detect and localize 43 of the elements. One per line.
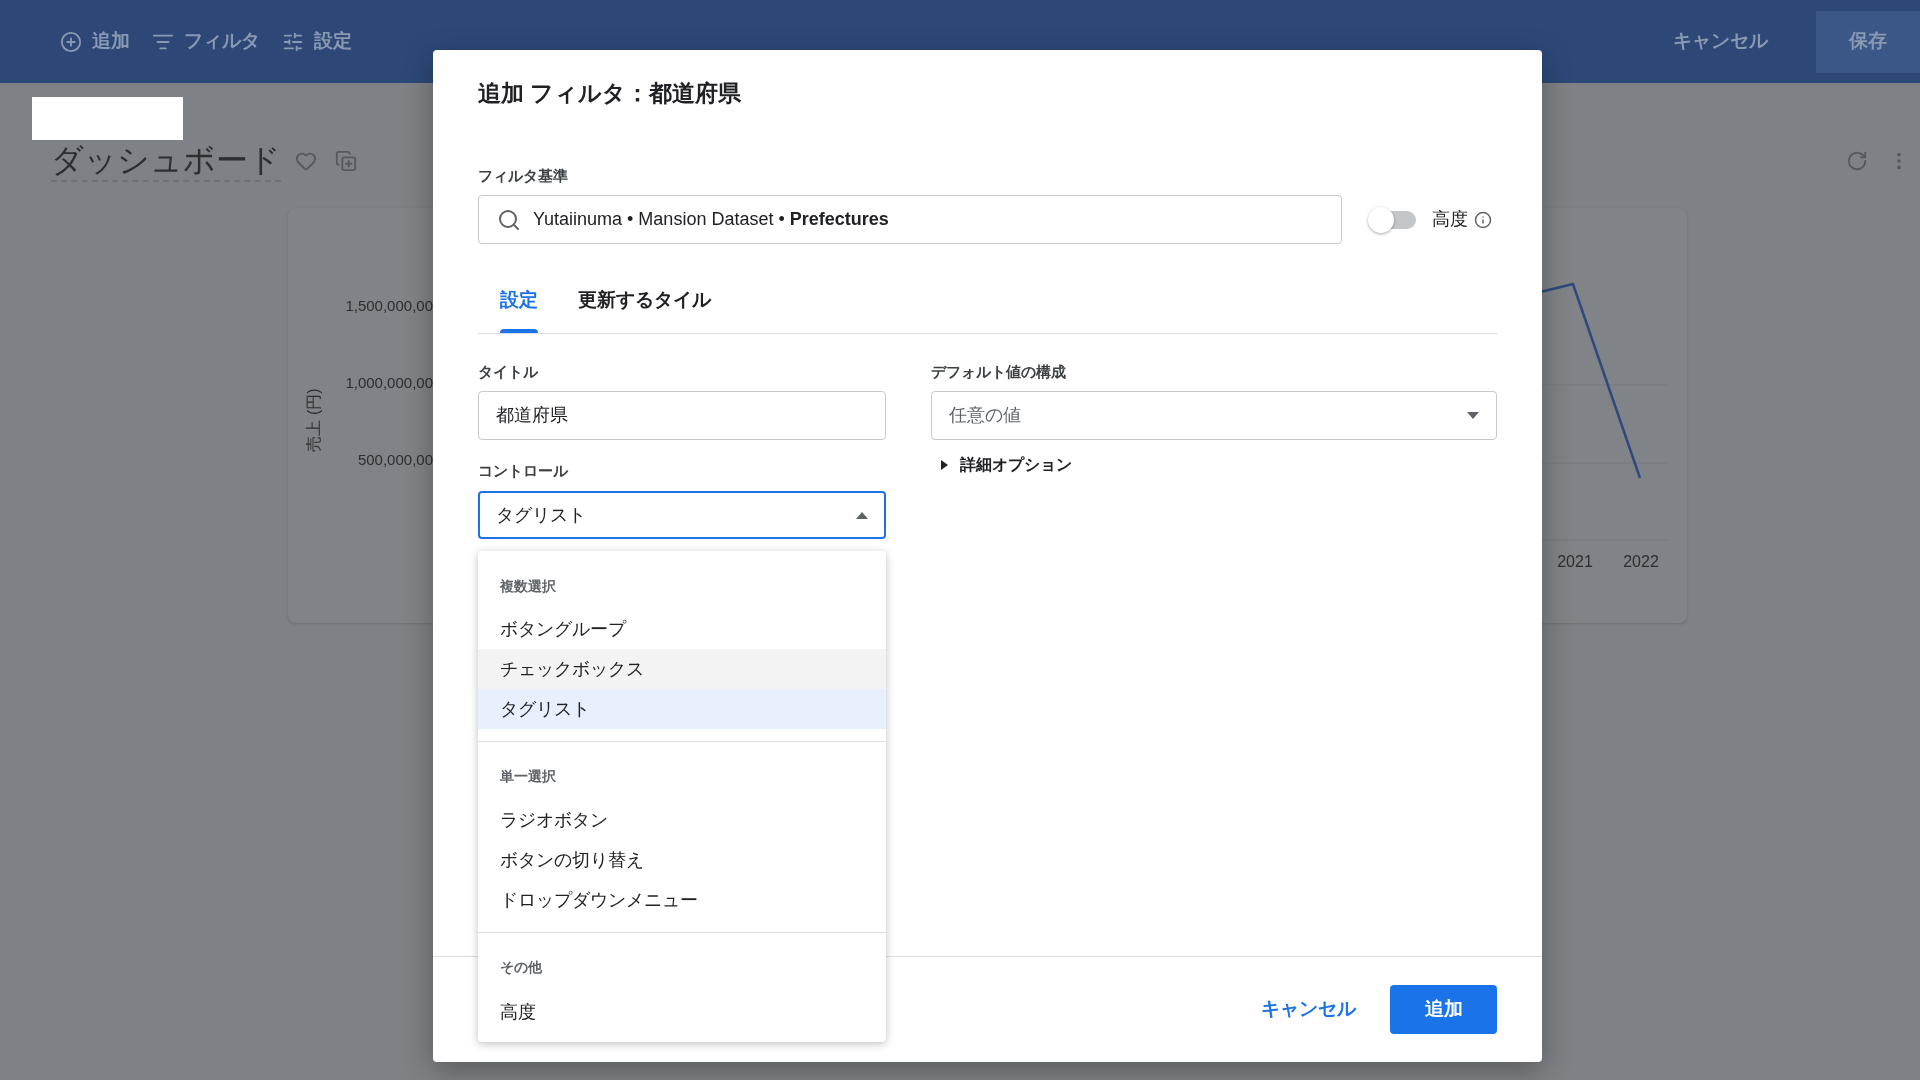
axis-label: 2022 (1623, 553, 1659, 570)
menu-item[interactable]: ドロップダウンメニュー (478, 880, 886, 920)
field-label: タイトル (478, 362, 539, 382)
caret-icon (1467, 412, 1479, 419)
copy-plus-icon[interactable] (335, 150, 357, 172)
axis-title: 売上 (円) (304, 388, 323, 452)
tab[interactable]: 更新するタイル (568, 256, 721, 333)
axis-label: 2021 (1557, 553, 1593, 570)
title-field[interactable]: 都道府県 (478, 391, 886, 440)
menu-item[interactable]: 高度 (478, 992, 886, 1032)
axis-label: 500,000,00 (357, 450, 433, 470)
menu-item[interactable]: チェックボックス (478, 649, 886, 689)
dashboard-title: ダッシュボード (51, 140, 281, 182)
dialog-title: 追加 フィルタ：都道府県 (478, 79, 743, 108)
control-select[interactable]: タグリスト (478, 491, 886, 539)
tab[interactable]: 設定 (490, 256, 548, 333)
heart-icon[interactable] (295, 150, 317, 172)
menu-group-header: 単一選択 (499, 767, 557, 786)
default-value-select[interactable]: 任意の値 (931, 391, 1497, 440)
cancel-button[interactable]: キャンセル (1251, 985, 1366, 1034)
field-label: コントロール (478, 461, 569, 481)
plus-circle-icon (60, 30, 82, 53)
toggle-label: 高度 (1432, 208, 1468, 231)
info-icon[interactable] (1474, 210, 1492, 229)
field-label: フィルタ基準 (478, 166, 569, 186)
axis-label: 1,500,000,00 (345, 296, 433, 316)
search-icon (497, 207, 521, 232)
details-toggle[interactable]: 詳細オプション (931, 455, 1497, 475)
refresh-icon[interactable] (1846, 150, 1868, 172)
menu-item[interactable]: ラジオボタン (478, 800, 886, 840)
caret-icon (856, 511, 868, 519)
menu-item[interactable]: ボタングループ (478, 609, 886, 649)
menu-group-header: 複数選択 (499, 577, 557, 596)
sliders-icon (282, 30, 304, 53)
axis-label: 1,000,000,00 (345, 373, 433, 393)
menu-item[interactable]: ボタンの切り替え (478, 840, 886, 880)
add-button[interactable]: 追加 (1390, 985, 1497, 1034)
menu-item[interactable]: タグリスト (478, 689, 886, 729)
menu-group-header: その他 (499, 958, 543, 977)
triangle-icon (941, 460, 948, 470)
field-label: デフォルト値の構成 (931, 362, 1067, 382)
toggle-switch[interactable] (1368, 206, 1418, 233)
search-field[interactable]: Yutaiinuma • Mansion Dataset • Prefectures (478, 195, 1342, 244)
